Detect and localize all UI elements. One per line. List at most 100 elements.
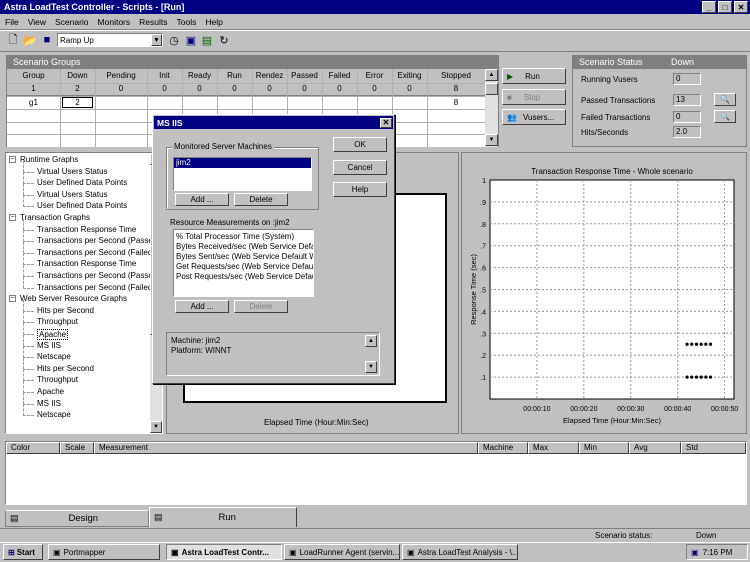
dialog-cancel-button[interactable]: Cancel xyxy=(333,160,387,175)
tree-leaf-node[interactable]: Netscape xyxy=(37,352,71,361)
taskbar-item-analysis[interactable]: ▣ Astra LoadTest Analysis - \... xyxy=(402,544,518,560)
group-row-cell[interactable] xyxy=(322,97,357,109)
tree-group-node[interactable]: Transaction Graphs xyxy=(20,213,90,222)
resource-item[interactable]: Bytes Received/sec (Web Service Default … xyxy=(176,242,313,252)
tab-run[interactable]: ▤ Run xyxy=(149,507,297,527)
menu-results[interactable]: Results xyxy=(139,17,167,27)
tree-leaf-node[interactable]: Apache xyxy=(37,387,64,396)
measurement-column-header[interactable]: Avg xyxy=(629,442,681,454)
monitor-icon[interactable]: ▣ xyxy=(184,33,198,47)
dialog-close-button[interactable]: ✕ xyxy=(380,117,392,128)
menu-tools[interactable]: Tools xyxy=(176,17,196,27)
passed-magnify-button[interactable]: 🔍 xyxy=(714,93,736,106)
tree-leaf-node[interactable]: Transactions per Second (Passed) xyxy=(37,271,160,280)
failed-magnify-button[interactable]: 🔍 xyxy=(714,110,736,123)
tree-leaf-node[interactable]: Apache xyxy=(37,329,69,340)
graph-tree[interactable]: Runtime Graphs − Virtual Users Status User … xyxy=(5,152,163,434)
tree-leaf-node[interactable]: Throughput xyxy=(37,375,78,384)
group-row-cell[interactable] xyxy=(147,97,182,109)
machines-listbox[interactable]: jim2 xyxy=(173,157,312,191)
tree-leaf-node[interactable]: User Defined Data Points xyxy=(37,178,127,187)
menu-file[interactable]: File xyxy=(5,17,19,27)
resource-item[interactable]: Get Requests/sec (Web Service Default We… xyxy=(176,262,313,272)
group-row-cell[interactable] xyxy=(392,97,427,109)
close-button[interactable]: ✕ xyxy=(734,1,748,13)
tree-leaf-node[interactable]: User Defined Data Points xyxy=(37,201,127,210)
minimize-button[interactable]: _ xyxy=(702,1,716,13)
clock-icon[interactable]: ◷ xyxy=(167,33,181,47)
measurement-column-header[interactable]: Std xyxy=(681,442,746,454)
tree-group-node[interactable]: Runtime Graphs xyxy=(20,155,78,164)
maximize-button[interactable]: □ xyxy=(718,1,732,13)
group-row-cell[interactable] xyxy=(357,97,392,109)
save-icon[interactable]: ■ xyxy=(40,33,54,47)
tree-leaf-node[interactable]: Virtual Users Status xyxy=(37,190,108,199)
delete-machine-button[interactable]: Delete xyxy=(234,193,288,206)
group-row-cell[interactable]: 8 xyxy=(427,97,485,109)
tree-leaf-node[interactable]: Transactions per Second (Passed) xyxy=(37,236,160,245)
measurement-column-header[interactable]: Scale xyxy=(60,442,94,454)
refresh-icon[interactable]: ↻ xyxy=(217,33,231,47)
collapse-icon[interactable]: − xyxy=(9,156,16,163)
group-row-cell[interactable] xyxy=(95,97,147,109)
menu-scenario[interactable]: Scenario xyxy=(55,17,89,27)
tree-leaf-node[interactable]: Virtual Users Status xyxy=(37,167,108,176)
scroll-down-arrow[interactable]: ▼ xyxy=(365,361,377,373)
tree-leaf-node[interactable]: Hits per Second xyxy=(37,306,94,315)
group-row-cell[interactable]: g1 xyxy=(7,97,60,109)
scroll-up-arrow[interactable]: ▲ xyxy=(365,335,377,347)
graph-icon[interactable]: ▤ xyxy=(200,33,214,47)
add-machine-button[interactable]: Add ... xyxy=(175,193,229,206)
tree-leaf-node[interactable]: MS IIS xyxy=(37,341,61,350)
menu-help[interactable]: Help xyxy=(205,17,222,27)
open-folder-icon[interactable]: 📂 xyxy=(23,33,37,47)
measurement-column-header[interactable]: Max xyxy=(528,442,579,454)
resource-listbox[interactable]: % Total Processor Time (System) Bytes Re… xyxy=(173,229,314,297)
taskbar-item-controller[interactable]: ▣ Astra LoadTest Contr... xyxy=(166,544,282,560)
scroll-down-arrow[interactable]: ▼ xyxy=(150,421,162,433)
group-down-edit-box[interactable] xyxy=(62,97,93,108)
scroll-down-arrow[interactable]: ▼ xyxy=(485,134,498,146)
tray-monitor-icon[interactable]: ▣ xyxy=(691,548,699,557)
run-button[interactable]: ▶ Run xyxy=(502,68,566,84)
new-file-icon[interactable]: 🗋 xyxy=(6,33,20,47)
measurement-column-header[interactable]: Measurement xyxy=(94,442,478,454)
add-resource-button[interactable]: Add ... xyxy=(175,300,229,313)
collapse-icon[interactable]: − xyxy=(9,214,16,221)
tree-leaf-node[interactable]: Throughput xyxy=(37,317,78,326)
measurement-column-header[interactable]: Color xyxy=(6,442,60,454)
chevron-down-icon[interactable]: ▼ xyxy=(151,34,162,46)
menu-view[interactable]: View xyxy=(28,17,46,27)
taskbar-item-portmapper[interactable]: ▣ Portmapper xyxy=(48,544,160,560)
resource-item[interactable]: Bytes Sent/sec (Web Service Default Web … xyxy=(176,252,313,262)
stop-button[interactable]: ■ Stop xyxy=(502,89,566,105)
tree-leaf-node[interactable]: Transactions per Second (Failed) xyxy=(37,283,155,292)
delete-resource-button[interactable]: Delete xyxy=(234,300,288,313)
tree-leaf-node[interactable]: Netscape xyxy=(37,410,71,419)
tree-leaf-node[interactable]: Hits per Second xyxy=(37,364,94,373)
resource-item[interactable]: % Total Processor Time (System) xyxy=(176,232,313,242)
resource-item[interactable]: Post Requests/sec (Web Service Default W… xyxy=(176,272,313,282)
tree-leaf-node[interactable]: Transactions per Second (Failed) xyxy=(37,248,155,257)
taskbar-item-agent[interactable]: ▣ LoadRunner Agent (servin... xyxy=(284,544,400,560)
group-row-cell[interactable] xyxy=(182,97,217,109)
scroll-up-arrow[interactable]: ▲ xyxy=(485,69,498,81)
dialog-help-button[interactable]: Help xyxy=(333,182,387,197)
scenario-groups-scrollbar[interactable]: ▲ ▼ xyxy=(485,69,498,147)
scroll-thumb[interactable] xyxy=(485,83,498,95)
menu-monitors[interactable]: Monitors xyxy=(98,17,131,27)
tree-leaf-node[interactable]: Transaction Response Time xyxy=(37,259,136,268)
group-row-cell[interactable] xyxy=(287,97,322,109)
dialog-ok-button[interactable]: OK xyxy=(333,137,387,152)
machine-item-jim2[interactable]: jim2 xyxy=(174,158,311,168)
measurement-column-header[interactable]: Machine xyxy=(478,442,528,454)
schedule-combo[interactable]: Ramp Up ▼ xyxy=(57,33,163,47)
tree-leaf-node[interactable]: Transaction Response Time xyxy=(37,225,136,234)
tab-design[interactable]: ▤ Design xyxy=(5,510,149,527)
vusers-button[interactable]: 👥 Vusers... xyxy=(502,109,566,125)
collapse-icon[interactable]: − xyxy=(9,295,16,303)
measurement-column-header[interactable]: Min xyxy=(579,442,629,454)
tree-leaf-node[interactable]: MS IIS xyxy=(37,399,61,408)
start-button[interactable]: ⊞ Start xyxy=(3,544,43,560)
tree-group-node[interactable]: Web Server Resource Graphs xyxy=(20,294,127,303)
